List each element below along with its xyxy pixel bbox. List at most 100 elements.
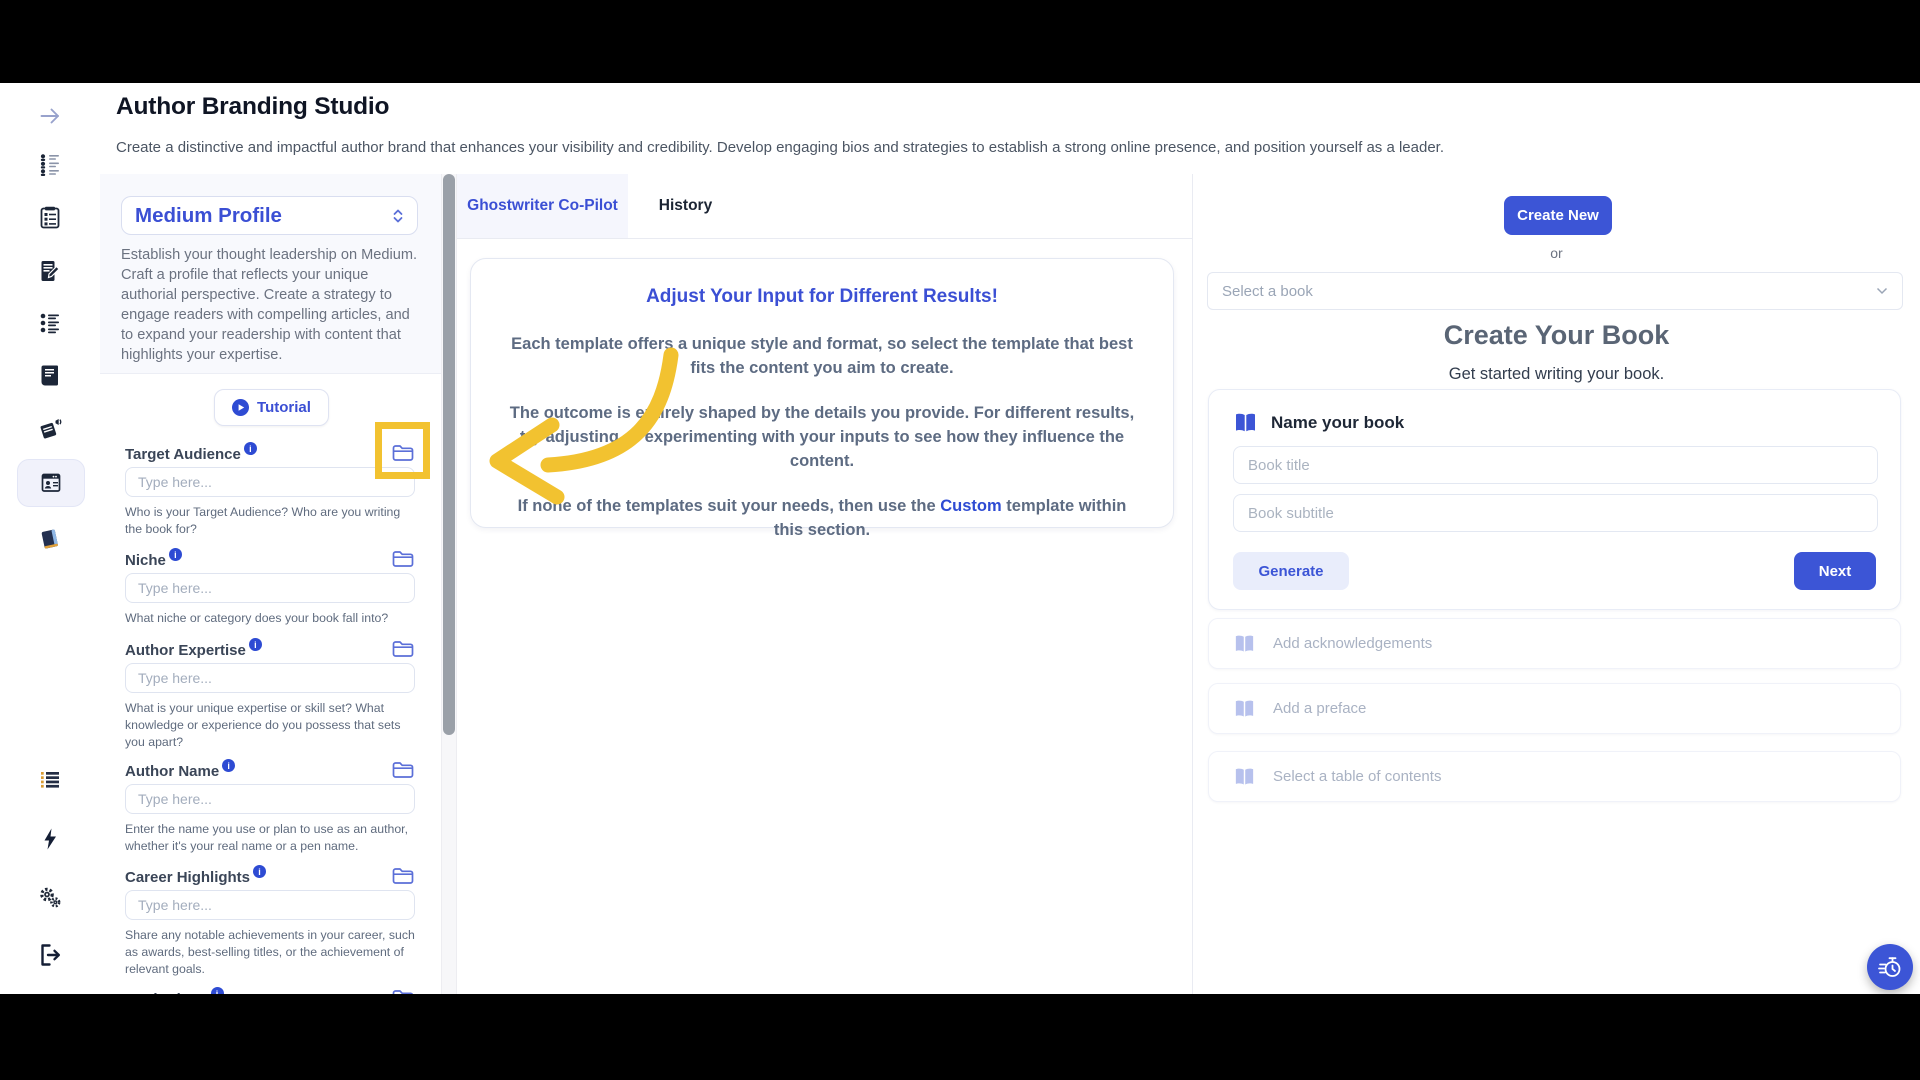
field-help: What is your unique expertise or skill s… [125,700,415,752]
field-label: Career Highlights [125,869,250,886]
field-aspirations: Aspirations [125,988,415,994]
field-input[interactable] [125,784,415,814]
info-icon[interactable] [249,638,262,651]
open-book-icon [1233,634,1256,654]
scrollbar-thumb[interactable] [443,174,455,735]
folder-icon[interactable] [391,866,415,886]
field-input[interactable] [125,663,415,693]
template-select[interactable]: Medium Profile [121,196,418,235]
tab-history[interactable]: History [628,174,743,238]
sidebar-item-logout[interactable] [37,942,63,968]
field-input[interactable] [125,890,415,920]
step-select-table-of-contents[interactable]: Select a table of contents [1208,751,1901,802]
step-add-acknowledgements[interactable]: Add acknowledgements [1208,618,1901,669]
book-panel: Create New or Select a book Create Your … [1192,174,1920,994]
info-icon[interactable] [169,548,182,561]
sidebar-item-chapters[interactable] [37,310,63,336]
folder-icon[interactable] [391,988,415,994]
tip-card-title: Adjust Your Input for Different Results! [505,286,1139,308]
sidebar-item-quick-actions[interactable] [37,826,63,852]
step-add-preface[interactable]: Add a preface [1208,683,1901,734]
sidebar-item-books[interactable] [37,526,63,552]
template-panel-top: Medium Profile Establish your thought le… [100,174,441,374]
play-icon [232,399,249,416]
arrow-right-icon [37,103,63,129]
step-label: Select a table of contents [1273,768,1441,785]
tip-card-paragraph-3: If none of the templates suit your needs… [505,495,1139,543]
page-header: Author Branding Studio Create a distinct… [100,83,1920,175]
tab-bar: Ghostwriter Co-Pilot History [457,174,1192,239]
copilot-panel: Ghostwriter Co-Pilot History Adjust Your… [457,174,1192,994]
field-input[interactable] [125,573,415,603]
tip-card-paragraph-2: The outcome is entirely shaped by the de… [505,402,1139,474]
stopwatch-icon [1877,954,1903,980]
lightning-icon [37,826,63,852]
chevron-down-icon [1876,287,1888,295]
sidebar-item-audience[interactable] [37,151,63,177]
book-title-input[interactable] [1233,446,1878,484]
field-help: Who is your Target Audience? Who are you… [125,504,415,538]
create-your-book-subheading: Get started writing your book. [1193,365,1920,384]
field-author-expertise: Author Expertise What is your unique exp… [125,639,415,752]
audiobook-icon [37,417,63,443]
sidebar-item-author-branding-studio[interactable] [17,459,85,507]
field-career-highlights: Career Highlights Share any notable achi… [125,866,415,979]
folder-icon[interactable] [391,639,415,659]
template-description: Establish your thought leadership on Med… [121,246,423,366]
sidebar-item-manuscript[interactable] [37,258,63,284]
sidebar-item-list[interactable] [37,767,63,793]
book-subtitle-input[interactable] [1233,494,1878,532]
name-your-book-card: Name your book Generate Next [1208,389,1901,610]
sign-out-icon [37,942,63,968]
generate-button[interactable]: Generate [1233,552,1349,590]
chevron-up-down-icon [392,207,404,225]
sidebar-item-expand[interactable] [37,103,63,129]
folder-icon[interactable] [391,760,415,780]
open-book-icon [1233,412,1258,434]
page-title: Author Branding Studio [116,93,389,121]
document-checklist-icon [37,205,63,231]
gears-icon [37,884,63,910]
or-label: or [1193,245,1920,261]
tab-ghostwriter-copilot[interactable]: Ghostwriter Co-Pilot [457,174,628,238]
template-panel-scrollbar [441,174,457,994]
open-book-icon [1233,699,1256,719]
list-icon [37,767,63,793]
sidebar [0,83,101,994]
next-button[interactable]: Next [1794,552,1876,590]
sidebar-item-outline[interactable] [37,205,63,231]
field-help: Enter the name you use or plan to use as… [125,821,415,855]
field-input[interactable] [125,467,415,497]
sidebar-item-notebook[interactable] [37,363,63,389]
field-label: Niche [125,552,166,569]
sidebar-item-settings[interactable] [37,884,63,910]
copilot-tip-card: Adjust Your Input for Different Results!… [470,258,1174,528]
book-icon [37,526,63,552]
select-book-dropdown[interactable]: Select a book [1207,272,1903,310]
branding-studio-icon [38,470,64,496]
create-your-book-heading: Create Your Book [1193,320,1920,351]
field-target-audience: Target Audience Who is your Target Audie… [125,443,415,538]
tutorial-button[interactable]: Tutorial [214,389,329,426]
sidebar-item-audiobook[interactable] [37,417,63,443]
step-label: Add a preface [1273,700,1366,717]
manuscript-edit-icon [37,258,63,284]
field-label: Target Audience [125,446,241,463]
info-icon[interactable] [244,442,257,455]
field-label: Aspirations [125,991,208,994]
tip-card-paragraph-3-text: If none of the templates suit your needs… [518,497,941,515]
custom-template-link[interactable]: Custom [940,497,1001,515]
screen: Author Branding Studio Create a distinct… [0,0,1920,1080]
info-icon[interactable] [222,759,235,772]
folder-icon[interactable] [391,549,415,569]
template-panel: Medium Profile Establish your thought le… [100,174,441,994]
people-roster-icon [37,151,63,177]
folder-icon[interactable] [391,443,415,463]
field-author-name: Author Name Enter the name you use or pl… [125,760,415,855]
info-icon[interactable] [253,865,266,878]
tutorial-button-label: Tutorial [257,399,311,416]
info-icon[interactable] [211,987,224,994]
speed-assistant-fab[interactable] [1867,944,1913,990]
field-label: Author Name [125,763,219,780]
create-new-button[interactable]: Create New [1504,196,1612,235]
